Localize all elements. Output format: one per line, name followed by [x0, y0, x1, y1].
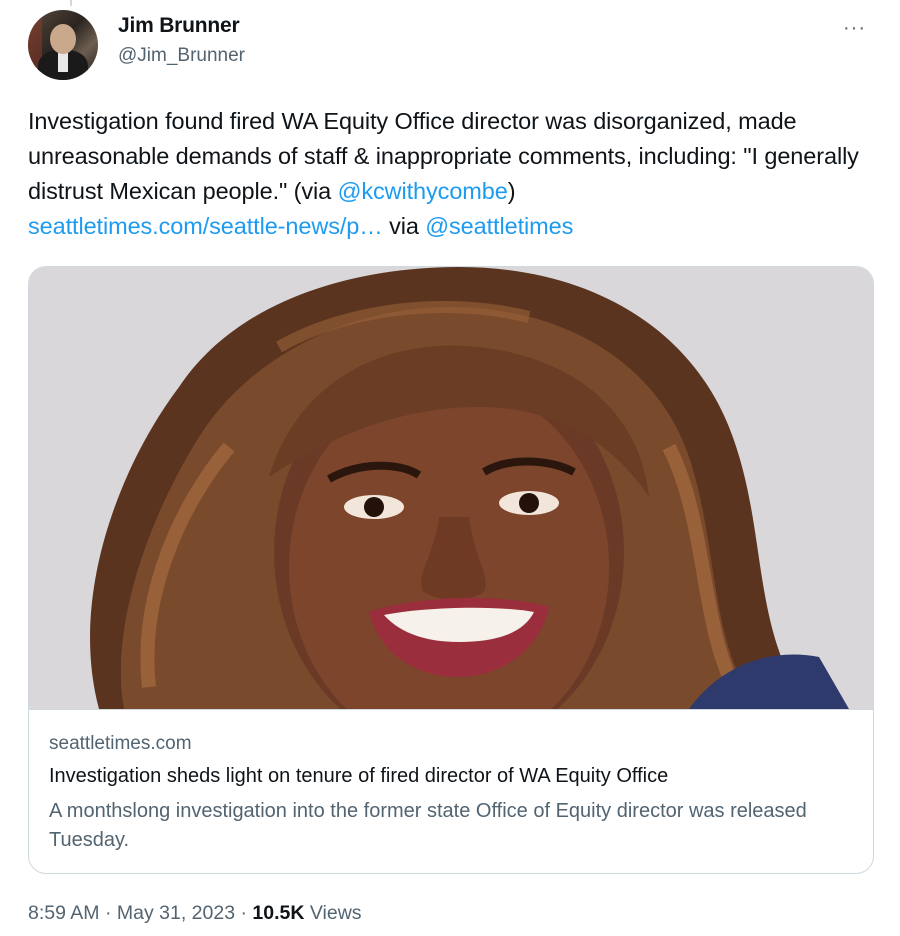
url-link[interactable]: seattletimes.com/seattle-news/p… [28, 213, 383, 239]
tweet-meta: 8:59 AM · May 31, 2023 · 10.5K Views [28, 902, 362, 925]
card-image[interactable] [29, 267, 873, 710]
author-handle[interactable]: @Jim_Brunner [118, 45, 245, 67]
tweet[interactable]: Jim Brunner @Jim_Brunner ··· Investigati… [0, 0, 900, 936]
views-label: Views [304, 902, 362, 924]
mention-link[interactable]: @seattletimes [425, 213, 573, 239]
tweet-text: Investigation found fired WA Equity Offi… [28, 104, 868, 244]
link-preview-card[interactable]: seattletimes.com Investigation sheds lig… [28, 266, 874, 874]
author-name[interactable]: Jim Brunner [118, 14, 240, 38]
card-domain: seattletimes.com [49, 733, 192, 754]
card-title[interactable]: Investigation sheds light on tenure of f… [49, 765, 668, 788]
tweet-time[interactable]: 8:59 AM [28, 902, 100, 924]
card-photo-illustration [29, 267, 873, 709]
views-count: 10.5K [252, 902, 305, 924]
tweet-date[interactable]: May 31, 2023 [117, 902, 235, 924]
tweet-text-part: ) [507, 178, 516, 204]
tweet-text-part: via [382, 213, 426, 239]
author-avatar[interactable] [28, 10, 98, 80]
avatar-face [50, 24, 76, 54]
avatar-shirt [58, 52, 68, 72]
card-description: A monthslong investigation into the form… [49, 800, 807, 851]
meta-separator: · [235, 902, 253, 924]
more-options-icon[interactable]: ··· [843, 18, 866, 38]
meta-separator: · [99, 902, 117, 924]
mention-link[interactable]: @kcwithycombe [338, 178, 508, 204]
